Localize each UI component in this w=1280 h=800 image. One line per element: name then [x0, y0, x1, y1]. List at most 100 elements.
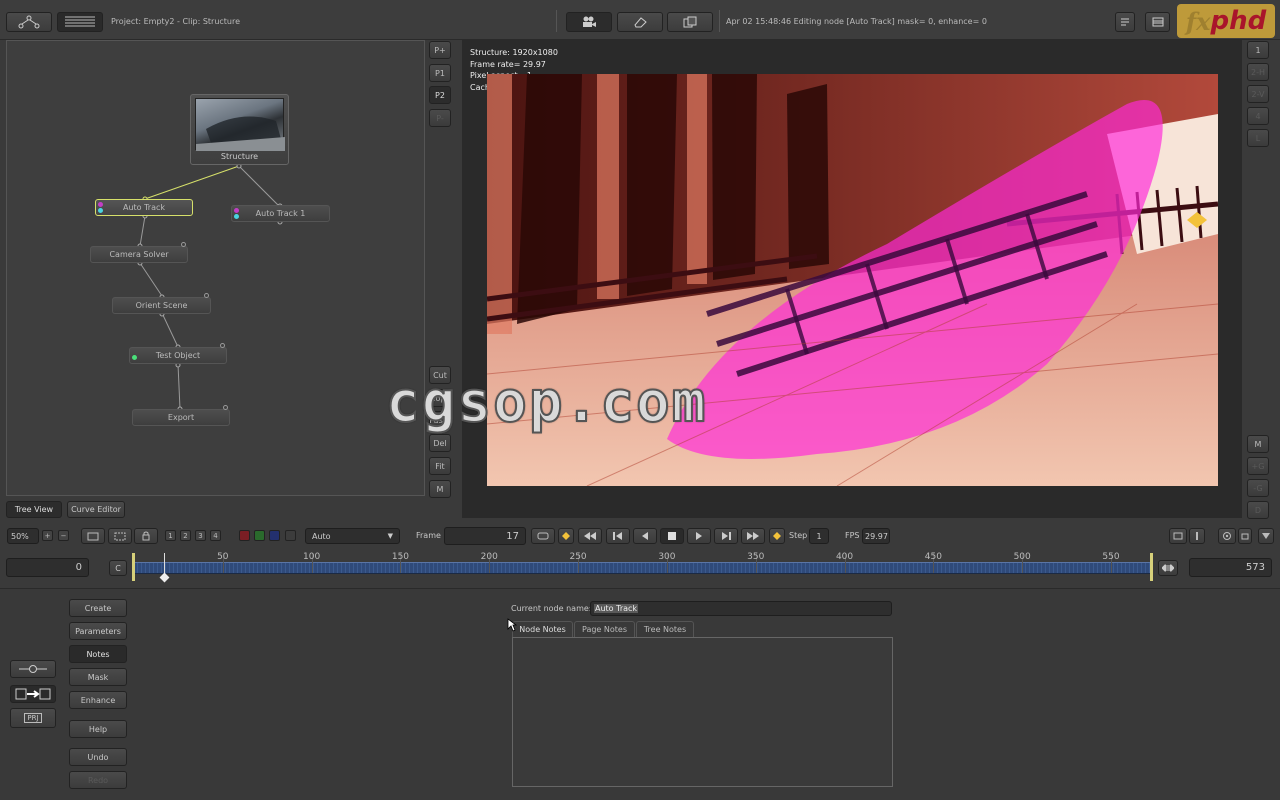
clear-c-button[interactable]: C	[109, 560, 127, 576]
fps-input[interactable]: 29.97	[862, 528, 890, 544]
timeline-ticks	[134, 553, 1152, 573]
notes-textarea[interactable]	[512, 637, 893, 787]
node-port[interactable]	[98, 202, 103, 207]
node-port[interactable]	[132, 355, 137, 360]
node-port[interactable]	[181, 242, 186, 247]
undo-button[interactable]: Undo	[69, 748, 127, 766]
layout-l-button[interactable]: L	[1247, 129, 1269, 147]
collapse-icon[interactable]	[1258, 528, 1274, 544]
view-2-button[interactable]: 2	[180, 530, 191, 541]
step-back-icon[interactable]	[606, 528, 630, 544]
node-orient-scene[interactable]: Orient Scene	[112, 297, 211, 314]
page-1-button[interactable]: P1	[429, 64, 451, 82]
range-start-input[interactable]: 0	[6, 558, 89, 577]
frame-label: Frame	[416, 531, 441, 540]
project-icon[interactable]: PRJ	[10, 708, 56, 728]
range-end-input[interactable]: 573	[1189, 558, 1272, 577]
text-panel-icon[interactable]	[1115, 12, 1135, 32]
node-port[interactable]	[234, 214, 239, 219]
zoom-in-icon[interactable]: +	[42, 530, 53, 541]
keyframe-next-icon[interactable]	[769, 528, 785, 544]
timeline-tick-label: 50	[217, 552, 229, 562]
view-3-button[interactable]: 3	[195, 530, 206, 541]
node-port[interactable]	[234, 208, 239, 213]
zoom-field[interactable]: 50%	[7, 528, 39, 544]
zoom-out-icon[interactable]: −	[58, 530, 69, 541]
play-reverse-icon[interactable]	[633, 528, 657, 544]
mode-select[interactable]: Auto ▼	[305, 528, 400, 544]
redo-button[interactable]: Redo	[69, 771, 127, 789]
frame-input[interactable]: 17	[444, 527, 526, 545]
step-input[interactable]: 1	[809, 528, 829, 544]
slider-tool-icon[interactable]	[10, 660, 56, 678]
settings-icon[interactable]	[1218, 528, 1236, 544]
layout-1-button[interactable]: 1	[1247, 41, 1269, 59]
gain-up-button[interactable]: +G	[1247, 457, 1269, 475]
view-4-button[interactable]: 4	[210, 530, 221, 541]
keyframe-prev-icon[interactable]	[558, 528, 574, 544]
node-camera-solver[interactable]: Camera Solver	[90, 246, 188, 263]
tab-curve-editor[interactable]: Curve Editor	[67, 501, 125, 518]
node-auto-track-1[interactable]: Auto Track 1	[231, 205, 330, 222]
parameters-button[interactable]: Parameters	[69, 622, 127, 640]
playhead-handle[interactable]	[159, 572, 170, 583]
loop-icon[interactable]	[531, 528, 555, 544]
eraser-icon[interactable]	[617, 12, 663, 32]
range-start-marker[interactable]	[132, 553, 135, 581]
current-node-input[interactable]: Auto Track	[590, 601, 892, 616]
help-button[interactable]: Help	[69, 720, 127, 738]
node-port[interactable]	[98, 208, 103, 213]
timeline-tick-label: 100	[303, 552, 321, 562]
viewer-d-button[interactable]: D	[1247, 501, 1269, 519]
layout-4-button[interactable]: 4	[1247, 107, 1269, 125]
range-end-marker[interactable]	[1150, 553, 1153, 581]
node-port[interactable]	[223, 405, 228, 410]
go-start-icon[interactable]	[578, 528, 602, 544]
layout-icon[interactable]	[1145, 12, 1170, 32]
tab-page-notes[interactable]: Page Notes	[574, 621, 635, 637]
green-channel-button[interactable]	[254, 530, 265, 541]
node-auto-track[interactable]: Auto Track	[95, 199, 193, 216]
node-port[interactable]	[220, 343, 225, 348]
node-port[interactable]	[204, 293, 209, 298]
camera-small-icon[interactable]	[1238, 528, 1252, 544]
camera-icon[interactable]	[566, 12, 612, 32]
export-icon[interactable]	[667, 12, 713, 32]
page-add-button[interactable]: P+	[429, 41, 451, 59]
delete-button[interactable]: Del	[429, 434, 451, 452]
layout-2h-button[interactable]: 2-H	[1247, 63, 1269, 81]
info-icon[interactable]	[1189, 528, 1205, 544]
tab-tree-view[interactable]: Tree View	[6, 501, 62, 518]
region-icon[interactable]	[108, 528, 132, 544]
monitor-icon[interactable]	[1169, 528, 1187, 544]
red-channel-button[interactable]	[239, 530, 250, 541]
menu-button[interactable]: M	[429, 480, 451, 498]
stop-icon[interactable]	[660, 528, 684, 544]
blue-channel-button[interactable]	[269, 530, 280, 541]
notes-button[interactable]: Notes	[69, 645, 127, 663]
fit-frame-icon[interactable]	[81, 528, 105, 544]
page-2-button[interactable]: P2	[429, 86, 451, 104]
node-test-object[interactable]: Test Object	[129, 347, 227, 364]
step-forward-icon[interactable]	[714, 528, 738, 544]
view-1-button[interactable]: 1	[165, 530, 176, 541]
alpha-channel-button[interactable]	[285, 530, 296, 541]
tab-tree-notes[interactable]: Tree Notes	[636, 621, 694, 637]
layout-2v-button[interactable]: 2-V	[1247, 85, 1269, 103]
node-structure[interactable]: Structure	[190, 94, 289, 165]
enhance-button[interactable]: Enhance	[69, 691, 127, 709]
node-label: Structure	[220, 152, 259, 161]
tab-node-notes[interactable]: Node Notes	[512, 621, 573, 637]
viewer-m-button[interactable]: M	[1247, 435, 1269, 453]
play-icon[interactable]	[687, 528, 711, 544]
fit-button[interactable]: Fit	[429, 457, 451, 475]
go-end-icon[interactable]	[741, 528, 765, 544]
mask-button[interactable]: Mask	[69, 668, 127, 686]
compare-tool-icon[interactable]	[10, 685, 56, 703]
node-export[interactable]: Export	[132, 409, 230, 426]
fit-range-icon[interactable]	[1158, 560, 1178, 576]
create-button[interactable]: Create	[69, 599, 127, 617]
gain-down-button[interactable]: -G	[1247, 479, 1269, 497]
page-remove-button[interactable]: P-	[429, 109, 451, 127]
lock-icon[interactable]	[134, 528, 158, 544]
